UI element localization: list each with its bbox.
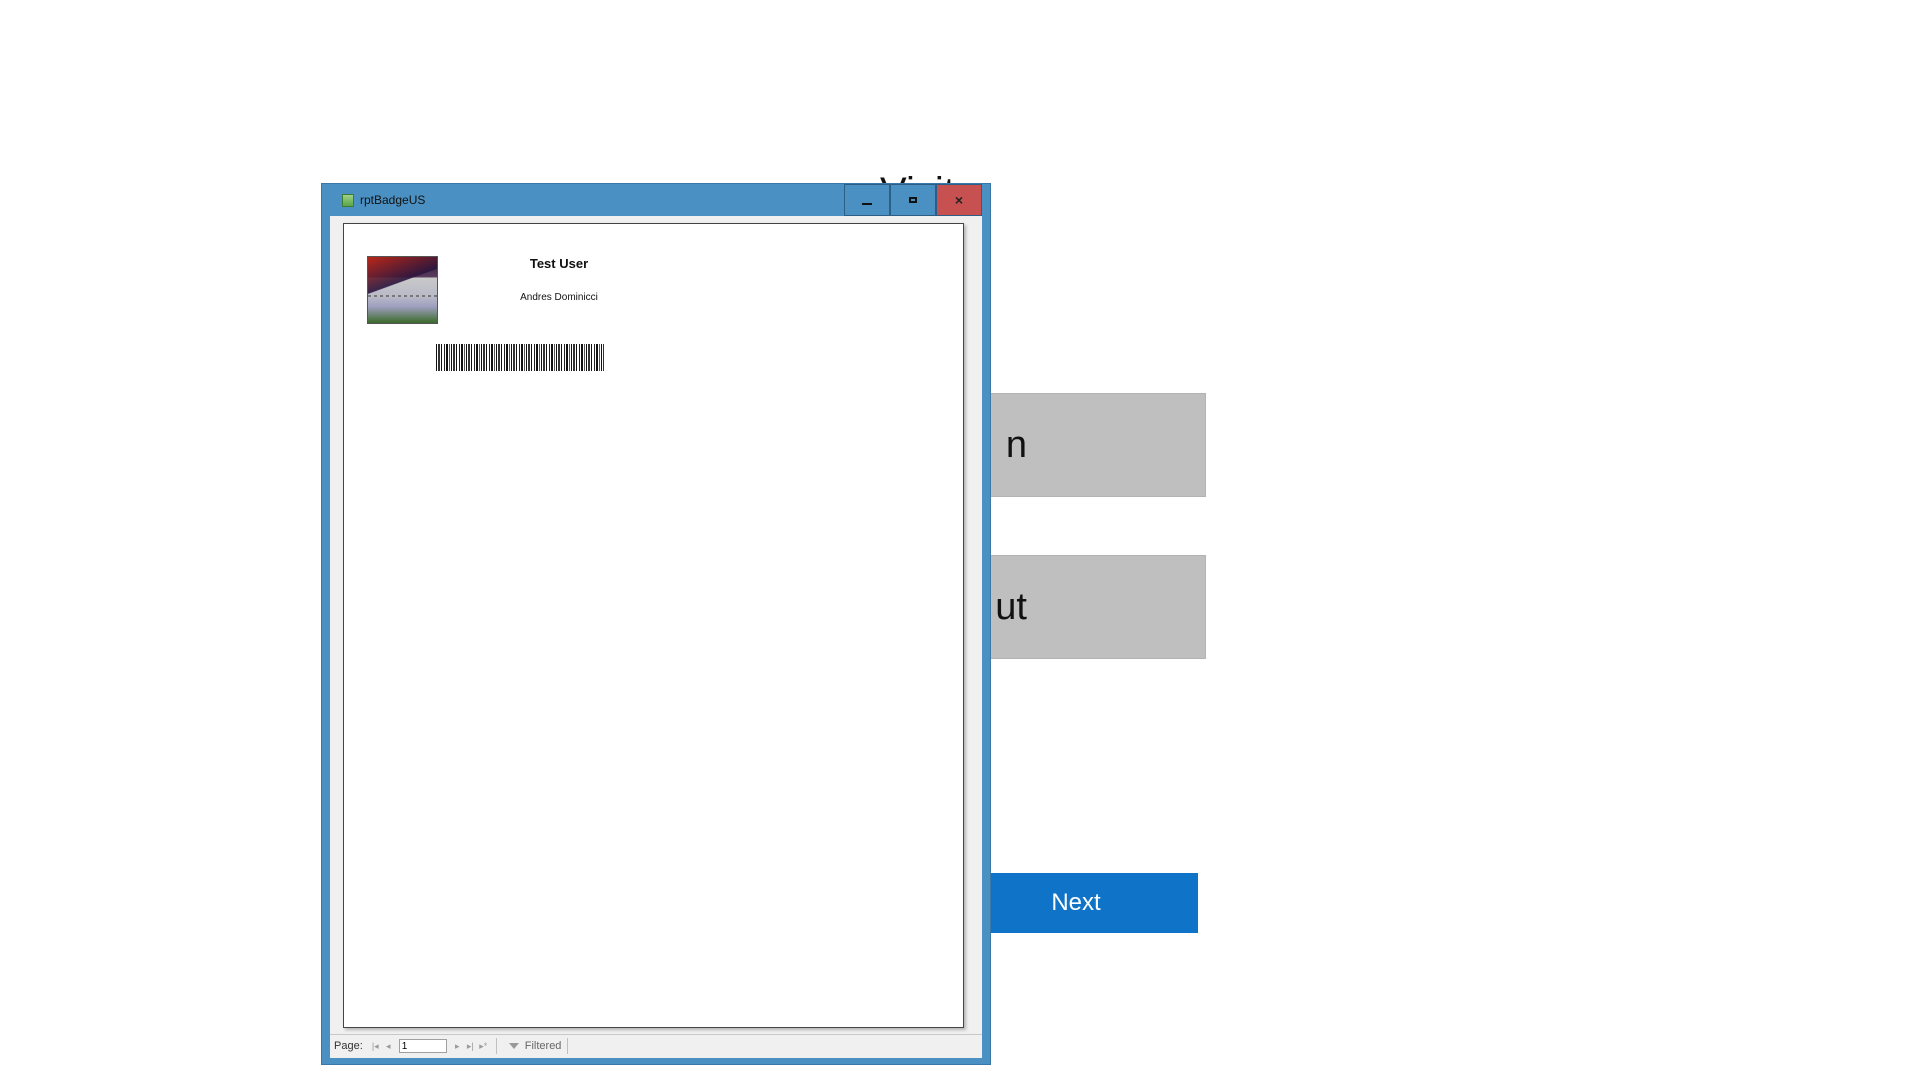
page-number-input[interactable] (398, 1039, 447, 1053)
host-name: Andres Dominicci (520, 292, 598, 303)
filter-icon (508, 1043, 519, 1049)
report-viewer: Test User Andres Dominicci Page: |◂ ◂ ▸ … (330, 216, 982, 1058)
minimize-icon (862, 203, 872, 205)
report-page: Test User Andres Dominicci (343, 223, 964, 1028)
statusbar-divider (567, 1038, 569, 1054)
close-icon: × (954, 192, 964, 208)
check-out-label: ut (995, 585, 1027, 628)
window-titlebar[interactable]: rptBadgeUS × (322, 184, 990, 216)
report-window: rptBadgeUS × Test User Andres Dominicci … (321, 183, 991, 1065)
report-app-icon (342, 193, 354, 207)
page-label: Page: (334, 1040, 363, 1052)
maximize-button[interactable] (890, 184, 936, 216)
window-title: rptBadgeUS (360, 193, 426, 207)
maximize-icon (909, 197, 917, 203)
last-page-icon[interactable]: ▸| (464, 1041, 477, 1052)
visitor-photo (367, 256, 438, 324)
report-statusbar: Page: |◂ ◂ ▸ ▸| ▸* Filtered (330, 1034, 982, 1057)
visitor-name: Test User (529, 256, 589, 271)
minimize-button[interactable] (844, 184, 890, 216)
previous-page-icon[interactable]: ◂ (382, 1041, 395, 1052)
visitor-barcode (436, 344, 604, 371)
next-page-icon[interactable]: ▸ (451, 1041, 464, 1052)
window-controls: × (844, 184, 982, 216)
statusbar-divider (495, 1038, 497, 1054)
check-in-label: n (1005, 423, 1027, 466)
close-button[interactable]: × (936, 184, 982, 216)
filter-status[interactable]: Filtered (525, 1040, 562, 1052)
first-page-icon[interactable]: |◂ (369, 1041, 382, 1052)
new-record-icon[interactable]: ▸* (477, 1041, 490, 1052)
